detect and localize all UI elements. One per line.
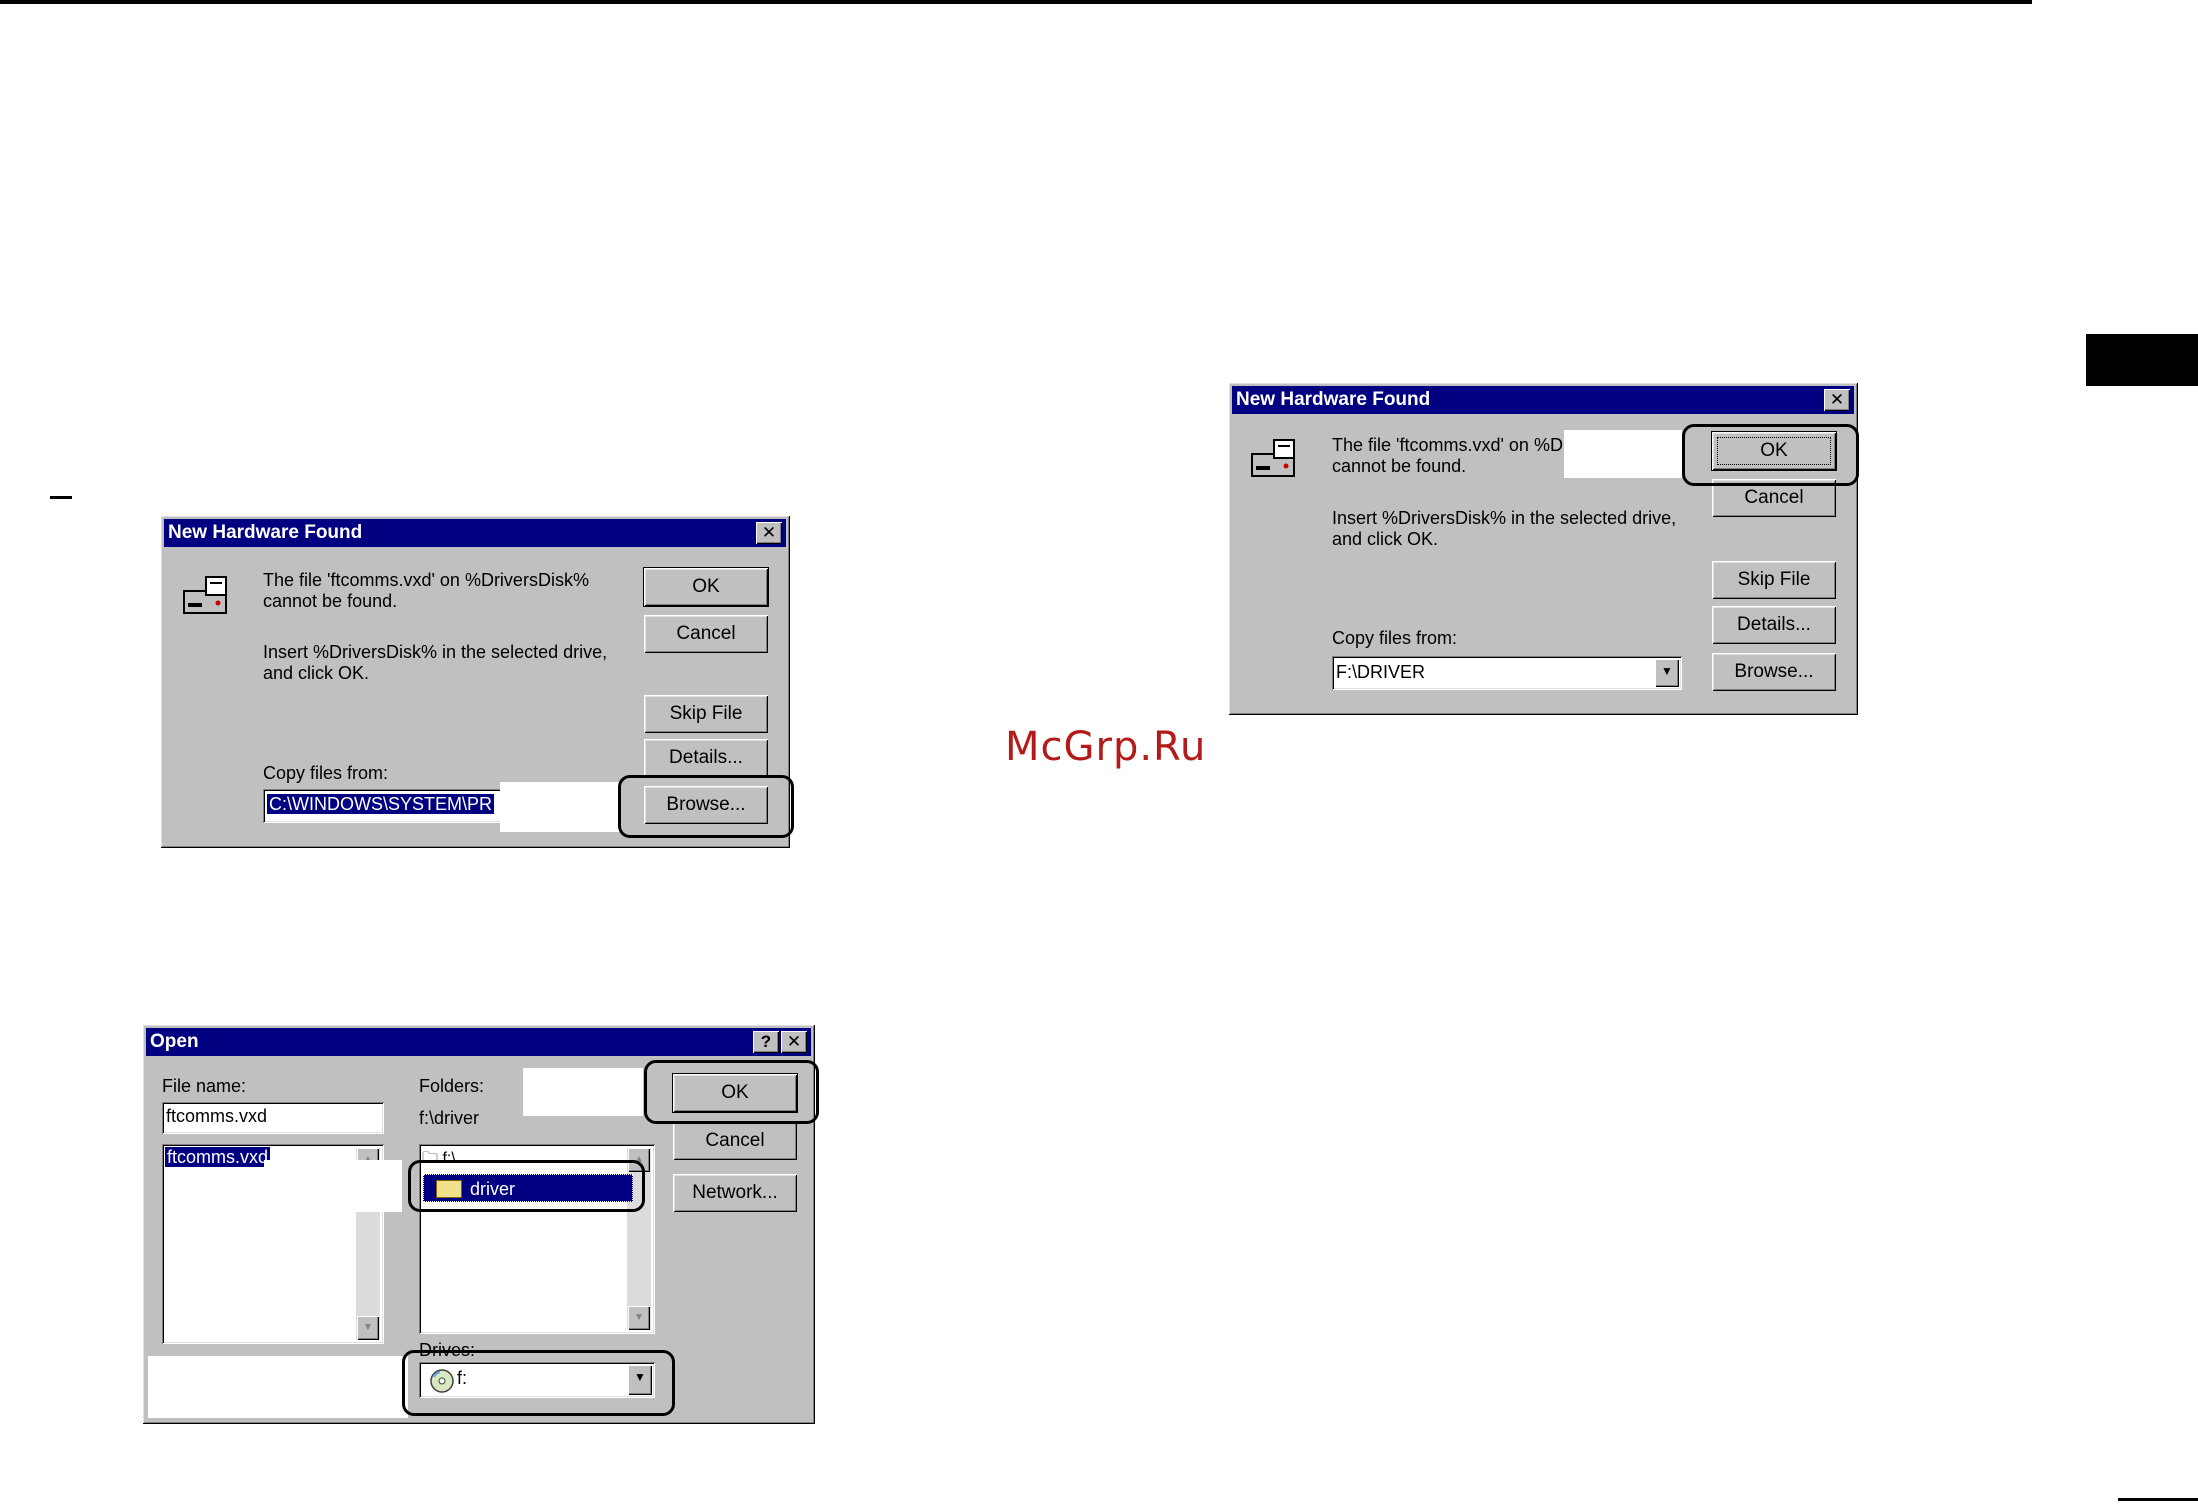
redaction-box	[523, 1068, 643, 1116]
close-icon[interactable]: ✕	[781, 1031, 807, 1053]
message-line-1: The file 'ftcomms.vxd' on %Dri	[1332, 435, 1573, 455]
redaction-box	[148, 1356, 408, 1418]
redaction-box	[1564, 430, 1682, 478]
scroll-down-icon[interactable]: ▼	[628, 1306, 650, 1330]
file-name-input[interactable]: ftcomms.vxd	[162, 1102, 384, 1134]
help-icon[interactable]: ?	[753, 1031, 779, 1053]
chevron-down-icon[interactable]: ▼	[1655, 659, 1679, 687]
details-button[interactable]: Details...	[644, 739, 768, 777]
copy-files-select[interactable]: F:\DRIVER ▼	[1332, 656, 1682, 690]
dialog-title: New Hardware Found	[168, 522, 363, 543]
section-tab	[2086, 334, 2198, 386]
close-icon[interactable]: ✕	[756, 522, 782, 544]
copy-files-value: C:\WINDOWS\SYSTEM\PR	[267, 794, 495, 814]
redaction-box	[500, 782, 620, 832]
copy-files-label: Copy files from:	[263, 763, 389, 783]
page-number-rule	[2118, 1498, 2198, 1501]
message-line-1: The file 'ftcomms.vxd' on %DriversDisk%	[263, 570, 589, 590]
message-line-4: and click OK.	[1332, 529, 1439, 549]
message-line-2: cannot be found.	[1332, 456, 1467, 476]
message-line-3: Insert %DriversDisk% in the selected dri…	[263, 642, 608, 662]
close-icon[interactable]: ✕	[1824, 389, 1850, 411]
driver-folder-callout	[408, 1160, 645, 1212]
browse-button[interactable]: Browse...	[1712, 653, 1836, 691]
dialog-title-bar: New Hardware Found ✕	[164, 519, 786, 547]
details-button[interactable]: Details...	[1712, 606, 1836, 644]
dialog-title: New Hardware Found	[1236, 389, 1431, 410]
step-marker	[50, 496, 72, 499]
cancel-button[interactable]: Cancel	[673, 1122, 797, 1160]
cancel-button[interactable]: Cancel	[644, 615, 768, 653]
network-button[interactable]: Network...	[673, 1174, 797, 1212]
copy-files-label: Copy files from:	[1332, 628, 1458, 648]
message-line-2: cannot be found.	[263, 591, 398, 611]
file-name-label: File name:	[162, 1076, 247, 1096]
hardware-driver-icon	[183, 576, 227, 614]
copy-files-field[interactable]: C:\WINDOWS\SYSTEM\PR	[263, 789, 503, 823]
message-line-4: and click OK.	[263, 663, 370, 683]
top-rule	[0, 0, 2032, 4]
ok-button[interactable]: OK	[643, 567, 769, 607]
message-line-3: Insert %DriversDisk% in the selected dri…	[1332, 508, 1677, 528]
drives-callout	[402, 1350, 675, 1416]
dialog-title-bar: Open ? ✕	[146, 1028, 811, 1056]
current-folder-path: f:\driver	[419, 1108, 480, 1128]
ok-callout	[644, 1060, 819, 1124]
watermark: McGrp.Ru	[1005, 724, 1207, 770]
skip-file-button[interactable]: Skip File	[1712, 561, 1836, 599]
dialog-title-bar: New Hardware Found ✕	[1232, 386, 1854, 414]
hardware-driver-icon	[1251, 439, 1295, 477]
scroll-down-icon[interactable]: ▼	[357, 1316, 379, 1340]
dialog-title: Open	[150, 1031, 199, 1052]
browse-callout	[618, 775, 794, 838]
ok-callout	[1682, 424, 1859, 486]
skip-file-button[interactable]: Skip File	[644, 695, 768, 733]
redaction-box	[264, 1160, 402, 1212]
folders-label: Folders:	[419, 1076, 485, 1096]
copy-files-value: F:\DRIVER	[1336, 662, 1426, 682]
